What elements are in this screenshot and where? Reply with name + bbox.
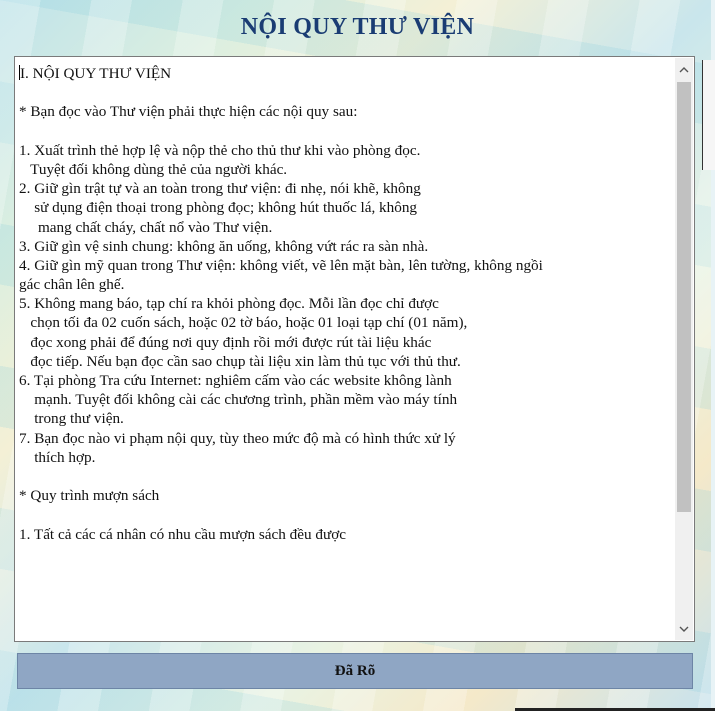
rules-line-text: I. NỘI QUY THƯ VIỆN	[20, 65, 172, 82]
rules-line: * Bạn đọc vào Thư viện phải thực hiện cá…	[19, 103, 358, 121]
rules-line: trong thư viện.	[19, 410, 124, 428]
rules-line: I. NỘI QUY THƯ VIỆN	[19, 64, 670, 83]
understood-button[interactable]: Đã Rõ	[17, 653, 693, 689]
rules-line: Tuyệt đối không dùng thẻ của người khác.	[19, 160, 288, 178]
background-window-edge	[702, 60, 715, 170]
rules-line: 1. Tất cả các cá nhân có nhu cầu mượn sá…	[19, 525, 346, 543]
chevron-down-icon[interactable]	[675, 620, 693, 638]
chevron-up-icon[interactable]	[675, 60, 693, 78]
rules-line: đọc xong phải để đúng nơi quy định rồi m…	[19, 333, 432, 351]
rules-line	[19, 467, 670, 486]
rules-line	[19, 83, 670, 102]
rules-line: mạnh. Tuyệt đối không cài các chương trì…	[19, 391, 458, 409]
rules-line: * Quy trình mượn sách	[19, 487, 160, 505]
rules-line: 1. Xuất trình thẻ hợp lệ và nộp thẻ cho …	[19, 141, 421, 159]
rules-line	[19, 122, 670, 141]
rules-text[interactable]: I. NỘI QUY THƯ VIỆN * Bạn đọc vào Thư vi…	[19, 64, 670, 639]
rules-line: đọc tiếp. Nếu bạn đọc cần sao chụp tài l…	[19, 352, 461, 370]
rules-line: chọn tối đa 02 cuốn sách, hoặc 02 tờ báo…	[19, 314, 468, 332]
vertical-scrollbar[interactable]	[675, 58, 693, 640]
rules-textarea[interactable]: I. NỘI QUY THƯ VIỆN * Bạn đọc vào Thư vi…	[14, 56, 695, 642]
rules-line: 4. Giữ gìn mỹ quan trong Thư viện: không…	[19, 256, 543, 274]
rules-line: 5. Không mang báo, tạp chí ra khỏi phòng…	[19, 295, 439, 313]
rules-line: gác chân lên ghế.	[19, 276, 125, 294]
scroll-thumb[interactable]	[677, 82, 691, 512]
dialog-title: NỘI QUY THƯ VIỆN	[240, 14, 475, 40]
rules-line: thích hợp.	[19, 448, 96, 466]
rules-line: mang chất cháy, chất nổ vào Thư viện.	[19, 218, 273, 236]
rules-line: 3. Giữ gìn vệ sinh chung: không ăn uống,…	[19, 237, 429, 255]
rules-line: 2. Giữ gìn trật tự và an toàn trong thư …	[19, 180, 421, 198]
rules-line: 6. Tại phòng Tra cứu Internet: nghiêm cấ…	[19, 372, 452, 389]
rules-line	[19, 505, 670, 524]
rules-line: 7. Bạn đọc nào vi phạm nội quy, tùy theo…	[19, 429, 456, 447]
rules-line: sử dụng điện thoại trong phòng đọc; khôn…	[19, 199, 418, 217]
